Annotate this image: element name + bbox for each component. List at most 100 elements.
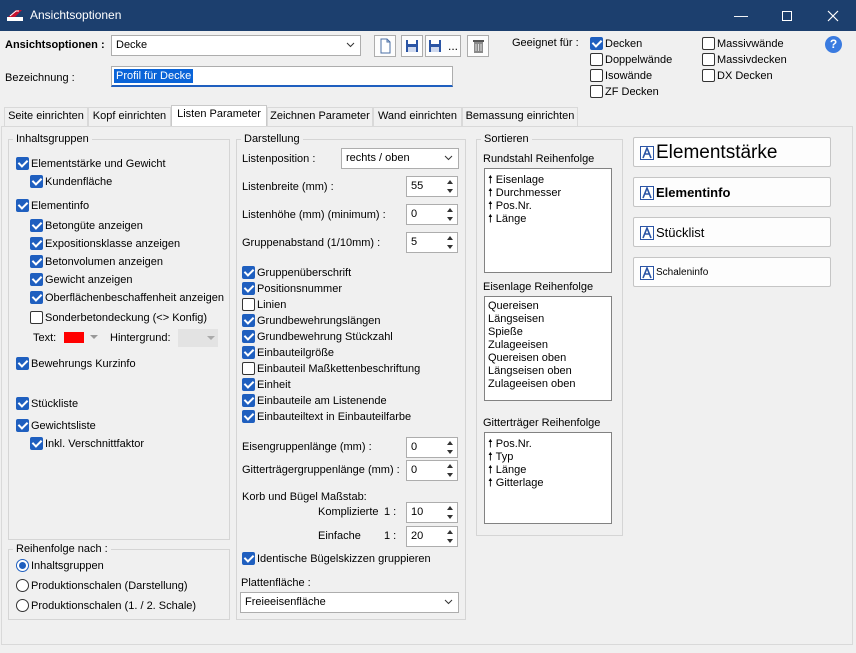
style-schaleninfo-button[interactable]: Schaleninfo xyxy=(633,257,831,287)
checkbox-sonderbeton[interactable] xyxy=(30,311,43,324)
checkbox-betonvolumen[interactable] xyxy=(30,255,43,268)
tab-listen-parameter[interactable]: Listen Parameter xyxy=(171,105,267,127)
eisenlage-list[interactable]: Quereisen Längseisen Spieße Zulageeisen … xyxy=(484,296,612,401)
style-elementstaerke-button[interactable]: Elementstärke xyxy=(633,137,831,167)
radio-produktionschalen-schale[interactable] xyxy=(16,599,29,612)
spin-up-icon[interactable] xyxy=(445,439,455,447)
checkbox-buegelskizzen[interactable] xyxy=(242,552,255,565)
gruppenabstand-spinner[interactable]: 5 xyxy=(406,232,458,253)
plattenflaeche-select[interactable]: Freieeisenfläche xyxy=(240,592,459,613)
checkbox-stueckliste[interactable] xyxy=(16,397,29,410)
listenbreite-spinner[interactable]: 55 xyxy=(406,176,458,197)
hintergrund-color-picker[interactable] xyxy=(178,329,218,347)
listenposition-select[interactable]: rechts / oben xyxy=(341,148,459,169)
checkbox-isowaende[interactable] xyxy=(590,69,603,82)
list-item[interactable]: Zulageeisen xyxy=(488,339,548,351)
list-item[interactable]: Quereisen xyxy=(488,300,539,312)
minimize-button[interactable]: — xyxy=(718,0,764,31)
list-item[interactable]: Spieße xyxy=(488,326,523,338)
checkbox-dxdecken[interactable] xyxy=(702,69,715,82)
gitter-spinner[interactable]: 0 xyxy=(406,460,458,481)
style-elementinfo-button[interactable]: Elementinfo xyxy=(633,177,831,207)
spin-up-icon[interactable] xyxy=(445,462,455,470)
rundstahl-list[interactable]: 🠕 Eisenlage 🠕 Durchmesser 🠕 Pos.Nr. 🠕 Lä… xyxy=(484,168,612,273)
checkbox-massivdecken[interactable] xyxy=(702,53,715,66)
maximize-button[interactable] xyxy=(764,0,810,31)
close-button[interactable] xyxy=(810,0,856,31)
help-icon[interactable]: ? xyxy=(825,36,842,53)
tab-seite-einrichten[interactable]: Seite einrichten xyxy=(4,107,88,126)
save-button[interactable] xyxy=(401,35,423,57)
font-style-icon xyxy=(640,186,654,200)
style-elementinfo-label: Elementinfo xyxy=(656,185,731,200)
checkbox-einbauteilgroesse[interactable] xyxy=(242,346,255,359)
checkbox-gewichtsliste[interactable] xyxy=(16,419,29,432)
bezeichnung-input[interactable]: Profil für Decke xyxy=(111,66,453,87)
tab-wand-einrichten[interactable]: Wand einrichten xyxy=(373,107,462,126)
spin-down-icon[interactable] xyxy=(445,243,455,251)
checkbox-bewehrung[interactable] xyxy=(16,357,29,370)
list-item[interactable]: 🠕 Länge xyxy=(488,210,526,229)
checkbox-massketten-label: Einbauteil Maßkettenbeschriftung xyxy=(257,363,421,375)
radio-inhaltsgruppen[interactable] xyxy=(16,559,29,572)
checkbox-elementinfo-label: Elementinfo xyxy=(31,200,90,212)
list-item[interactable]: Quereisen oben xyxy=(488,352,566,364)
spin-down-icon[interactable] xyxy=(445,187,455,195)
checkbox-oberflaeche[interactable] xyxy=(30,291,43,304)
checkbox-verschnitt[interactable] xyxy=(30,437,43,450)
checkbox-einheit[interactable] xyxy=(242,378,255,391)
new-button[interactable] xyxy=(374,35,396,57)
listenhoehe-spinner[interactable]: 0 xyxy=(406,204,458,225)
checkbox-elementstaerke[interactable] xyxy=(16,157,29,170)
checkbox-doppelwaende[interactable] xyxy=(590,53,603,66)
checkbox-positionsnummer[interactable] xyxy=(242,282,255,295)
save-as-button[interactable]: ... xyxy=(425,35,461,57)
spin-down-icon[interactable] xyxy=(445,471,455,479)
text-color-picker[interactable] xyxy=(64,330,102,346)
checkbox-bewehrung-label: Bewehrungs Kurzinfo xyxy=(31,358,136,370)
spin-up-icon[interactable] xyxy=(445,206,455,214)
checkbox-grundlaengen[interactable] xyxy=(242,314,255,327)
checkbox-oberflaeche-label: Oberflächenbeschaffenheit anzeigen xyxy=(45,292,224,304)
list-item[interactable]: Zulageeisen oben xyxy=(488,378,575,390)
spin-down-icon[interactable] xyxy=(445,537,455,545)
reihenfolge-title: Reihenfolge nach : xyxy=(13,543,111,555)
checkbox-listenende[interactable] xyxy=(242,394,255,407)
tab-bemassung-einrichten[interactable]: Bemassung einrichten xyxy=(462,107,578,126)
checkbox-zfdecken[interactable] xyxy=(590,85,603,98)
list-item[interactable]: Längseisen oben xyxy=(488,365,572,377)
checkbox-einbauteilfarbe[interactable] xyxy=(242,410,255,423)
gitter-list[interactable]: 🠕 Pos.Nr. 🠕 Typ 🠕 Länge 🠕 Gitterlage xyxy=(484,432,612,524)
style-stuecklist-button[interactable]: Stücklist xyxy=(633,217,831,247)
list-item[interactable]: Längseisen xyxy=(488,313,544,325)
checkbox-decken[interactable] xyxy=(590,37,603,50)
spin-up-icon[interactable] xyxy=(445,504,455,512)
ansicht-select[interactable]: Decke xyxy=(111,35,361,56)
spin-up-icon[interactable] xyxy=(445,234,455,242)
style-elementstaerke-label: Elementstärke xyxy=(656,142,778,163)
spin-down-icon[interactable] xyxy=(445,448,455,456)
komplizierte-spinner[interactable]: 10 xyxy=(406,502,458,523)
checkbox-exposition[interactable] xyxy=(30,237,43,250)
radio-produktionschalen-darstellung[interactable] xyxy=(16,579,29,592)
radio-inhaltsgruppen-label: Inhaltsgruppen xyxy=(31,560,104,572)
spin-up-icon[interactable] xyxy=(445,178,455,186)
spin-down-icon[interactable] xyxy=(445,513,455,521)
tab-zeichnen-parameter[interactable]: Zeichnen Parameter xyxy=(267,107,373,126)
spin-down-icon[interactable] xyxy=(445,215,455,223)
checkbox-elementinfo[interactable] xyxy=(16,199,29,212)
checkbox-massketten[interactable] xyxy=(242,362,255,375)
spin-up-icon[interactable] xyxy=(445,528,455,536)
checkbox-grundstueckzahl[interactable] xyxy=(242,330,255,343)
delete-button[interactable] xyxy=(467,35,489,57)
checkbox-gewicht[interactable] xyxy=(30,273,43,286)
einfache-spinner[interactable]: 20 xyxy=(406,526,458,547)
checkbox-gruppenueberschrift[interactable] xyxy=(242,266,255,279)
tab-kopf-einrichten[interactable]: Kopf einrichten xyxy=(88,107,171,126)
eisengruppe-spinner[interactable]: 0 xyxy=(406,437,458,458)
checkbox-linien[interactable] xyxy=(242,298,255,311)
checkbox-kundenflaeche[interactable] xyxy=(30,175,43,188)
list-item[interactable]: 🠕 Gitterlage xyxy=(488,474,544,493)
checkbox-betonguete[interactable] xyxy=(30,219,43,232)
checkbox-massivwaende[interactable] xyxy=(702,37,715,50)
